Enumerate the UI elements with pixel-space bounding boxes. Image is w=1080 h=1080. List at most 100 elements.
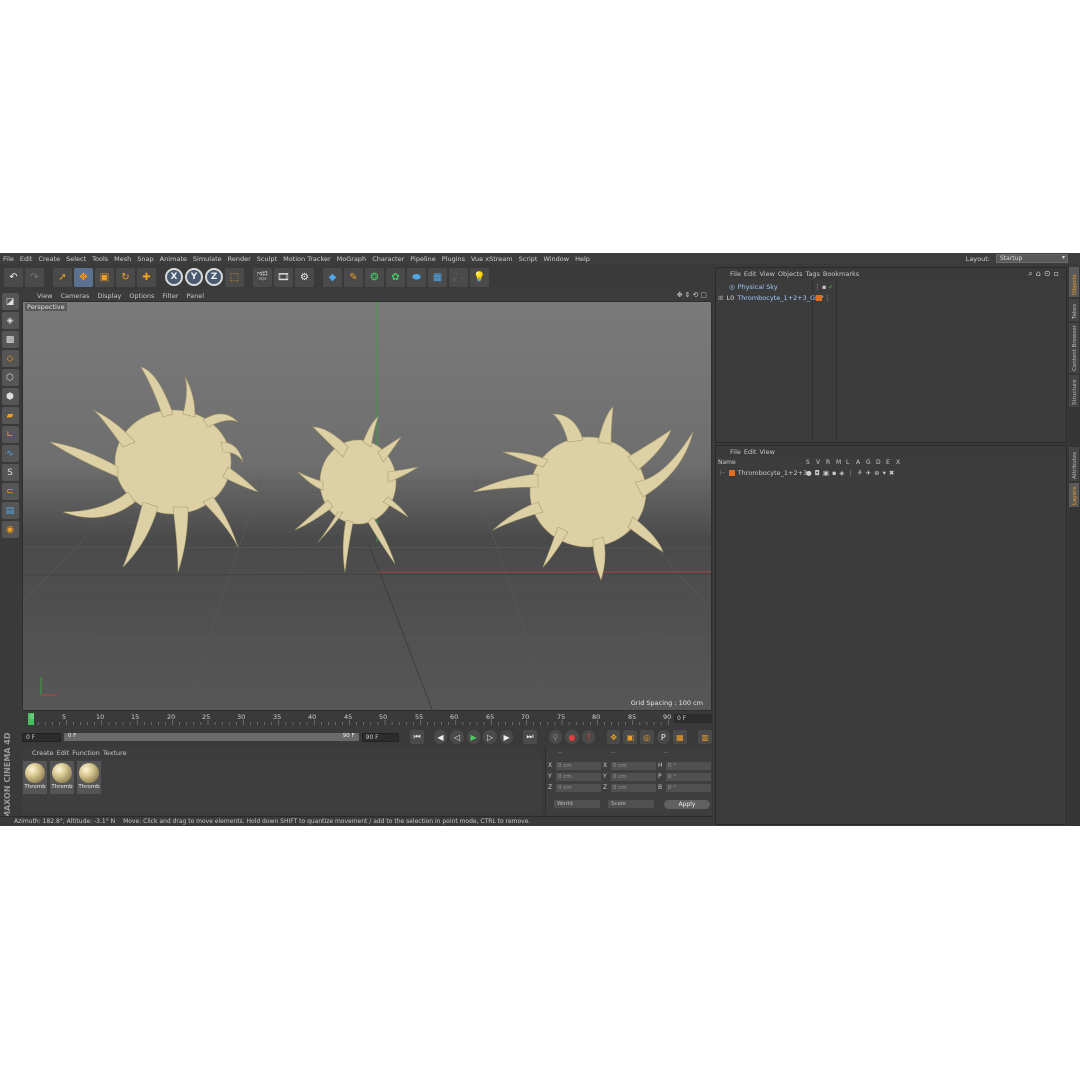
position-x-field[interactable]: 0 cm [556, 761, 601, 770]
next-frame-icon[interactable]: ▷ [483, 730, 497, 744]
live-selection-icon[interactable]: ➚ [53, 267, 72, 287]
visibility-dots-icon[interactable]: ⋮ [814, 283, 821, 291]
timeline-end-field[interactable]: 0 F [674, 714, 712, 723]
menu-plugins[interactable]: Plugins [439, 255, 468, 263]
menu-snap[interactable]: Snap [134, 255, 156, 263]
menu-mesh[interactable]: Mesh [111, 255, 134, 263]
material-menu-function[interactable]: Function [72, 749, 100, 757]
layer-color-icon[interactable] [728, 470, 735, 476]
key-scale-icon[interactable]: ▣ [623, 730, 638, 744]
scale-tool-icon[interactable]: ▣ [95, 267, 114, 287]
y-axis-lock-icon[interactable]: Y [185, 268, 203, 286]
layer-menu-view[interactable]: View [759, 448, 774, 456]
menu-vue-xstream[interactable]: Vue xStream [468, 255, 516, 263]
viewport-menu-display[interactable]: Display [94, 292, 124, 300]
pen-spline-icon[interactable]: ✎ [344, 267, 363, 287]
size-y-field[interactable]: 0 cm [611, 772, 656, 781]
x-axis-lock-icon[interactable]: X [165, 268, 183, 286]
material-swatch[interactable]: Thromb [77, 761, 101, 794]
autokeying-icon[interactable]: ? [581, 730, 596, 744]
timeline-ruler[interactable]: 0 5 10 15 20 25 30 35 40 45 50 55 60 65 … [22, 713, 712, 725]
obj-menu-file[interactable]: File [730, 270, 741, 278]
menu-window[interactable]: Window [540, 255, 572, 263]
render-to-picture-viewer-icon[interactable]: 🎞 [274, 267, 293, 287]
layer-row[interactable]: ⊢ Thrombocyte_1+2+3 ●◘▣▪◈⋮⚘✈⊛▾✖ [720, 468, 894, 478]
model-mode-icon[interactable]: ◈ [1, 312, 19, 329]
key-position-icon[interactable]: ✥ [606, 730, 621, 744]
menu-mograph[interactable]: MoGraph [334, 255, 370, 263]
menu-simulate[interactable]: Simulate [190, 255, 225, 263]
position-y-field[interactable]: 0 cm [556, 772, 601, 781]
visibility-dots-icon[interactable]: ⋮ [824, 294, 831, 302]
viewport-menu-panel[interactable]: Panel [184, 292, 208, 300]
points-mode-icon[interactable]: ⬡ [1, 369, 19, 386]
light-icon[interactable]: 💡 [470, 267, 489, 287]
layer-flag-toggles-icon[interactable]: ●◘▣▪◈⋮⚘✈⊛▾✖ [806, 469, 897, 477]
viewport-navigation-icons[interactable]: ✥⇕⟲▢ [677, 291, 709, 299]
size-x-field[interactable]: 0 cm [611, 761, 656, 770]
menu-render[interactable]: Render [225, 255, 254, 263]
workplane-lock-icon[interactable]: ▤ [1, 502, 19, 519]
redo-icon[interactable]: ↷ [25, 267, 44, 287]
workplane-mode-icon[interactable]: ◇ [1, 350, 19, 367]
z-axis-lock-icon[interactable]: Z [205, 268, 223, 286]
timeline-window-icon[interactable]: ▥ [698, 730, 712, 744]
tab-objects[interactable]: Objects [1069, 267, 1079, 297]
snapping-icon[interactable]: ⊂ [1, 483, 19, 500]
material-menu-edit[interactable]: Edit [57, 749, 70, 757]
recent-tool-icon[interactable]: ✚ [137, 267, 156, 287]
viewport-menu-cameras[interactable]: Cameras [57, 292, 92, 300]
rotation-h-field[interactable]: 0 ° [666, 761, 711, 770]
obj-menu-objects[interactable]: Objects [778, 270, 803, 278]
previous-key-icon[interactable]: ◀ [433, 730, 448, 744]
material-menu-create[interactable]: Create [32, 749, 54, 757]
planar-workplane-icon[interactable]: ◉ [1, 521, 19, 538]
object-tags-icon[interactable]: ✓ [828, 283, 833, 291]
key-pla-icon[interactable]: ▦ [673, 730, 687, 744]
menu-file[interactable]: File [0, 255, 17, 263]
tab-takes[interactable]: Takes [1069, 299, 1079, 321]
world-dropdown[interactable]: World [554, 800, 600, 808]
coordinate-system-icon[interactable]: ⬚ [225, 267, 244, 287]
layer-menu-file[interactable]: File [730, 448, 741, 456]
menu-edit[interactable]: Edit [17, 255, 36, 263]
menu-create[interactable]: Create [35, 255, 63, 263]
undo-icon[interactable]: ↶ [4, 267, 23, 287]
menu-pipeline[interactable]: Pipeline [407, 255, 438, 263]
play-icon[interactable]: ▶ [466, 730, 481, 744]
material-swatch[interactable]: Thromb [23, 761, 47, 794]
rotation-p-field[interactable]: 0 ° [666, 772, 711, 781]
obj-menu-view[interactable]: View [759, 270, 774, 278]
object-row-thrombocyte-group[interactable]: ⊞ L0 Thrombocyte_1+2+3_GRP ⋮ [718, 293, 831, 303]
axis-mode-icon[interactable]: ∟ [1, 426, 19, 443]
material-swatch[interactable]: Thromb [50, 761, 74, 794]
go-to-end-icon[interactable]: ⏭ [523, 730, 537, 744]
menu-character[interactable]: Character [369, 255, 407, 263]
viewport-menu-view[interactable]: View [34, 292, 55, 300]
menu-motion-tracker[interactable]: Motion Tracker [280, 255, 334, 263]
menu-tools[interactable]: Tools [89, 255, 111, 263]
array-generator-icon[interactable]: ✿ [386, 267, 405, 287]
floor-scene-icon[interactable]: ▦ [428, 267, 447, 287]
obj-menu-edit[interactable]: Edit [744, 270, 757, 278]
deformer-icon[interactable]: ⬬ [407, 267, 426, 287]
material-menu-texture[interactable]: Texture [103, 749, 127, 757]
menu-script[interactable]: Script [516, 255, 541, 263]
object-manager-tool-icons[interactable]: ⌕⌂⊙▫ [1028, 269, 1062, 279]
record-keyframe-icon[interactable]: ⚲ [548, 730, 563, 744]
edges-mode-icon[interactable]: ⬢ [1, 388, 19, 405]
apply-button[interactable]: Apply [664, 800, 710, 809]
menu-animate[interactable]: Animate [157, 255, 190, 263]
rotate-tool-icon[interactable]: ↻ [116, 267, 135, 287]
move-tool-icon[interactable]: ✥ [74, 267, 93, 287]
key-rotation-icon[interactable]: ◎ [640, 730, 654, 744]
viewport-menu-options[interactable]: Options [126, 292, 157, 300]
next-key-icon[interactable]: ▶ [499, 730, 514, 744]
polygons-mode-icon[interactable]: ▰ [1, 407, 19, 424]
previous-frame-icon[interactable]: ◁ [450, 730, 464, 744]
menu-sculpt[interactable]: Sculpt [254, 255, 280, 263]
key-parameter-icon[interactable]: P [656, 730, 671, 744]
layout-dropdown[interactable]: Startup [996, 254, 1068, 263]
cube-icon[interactable]: ◆ [323, 267, 342, 287]
rotation-b-field[interactable]: 0 ° [666, 783, 711, 792]
